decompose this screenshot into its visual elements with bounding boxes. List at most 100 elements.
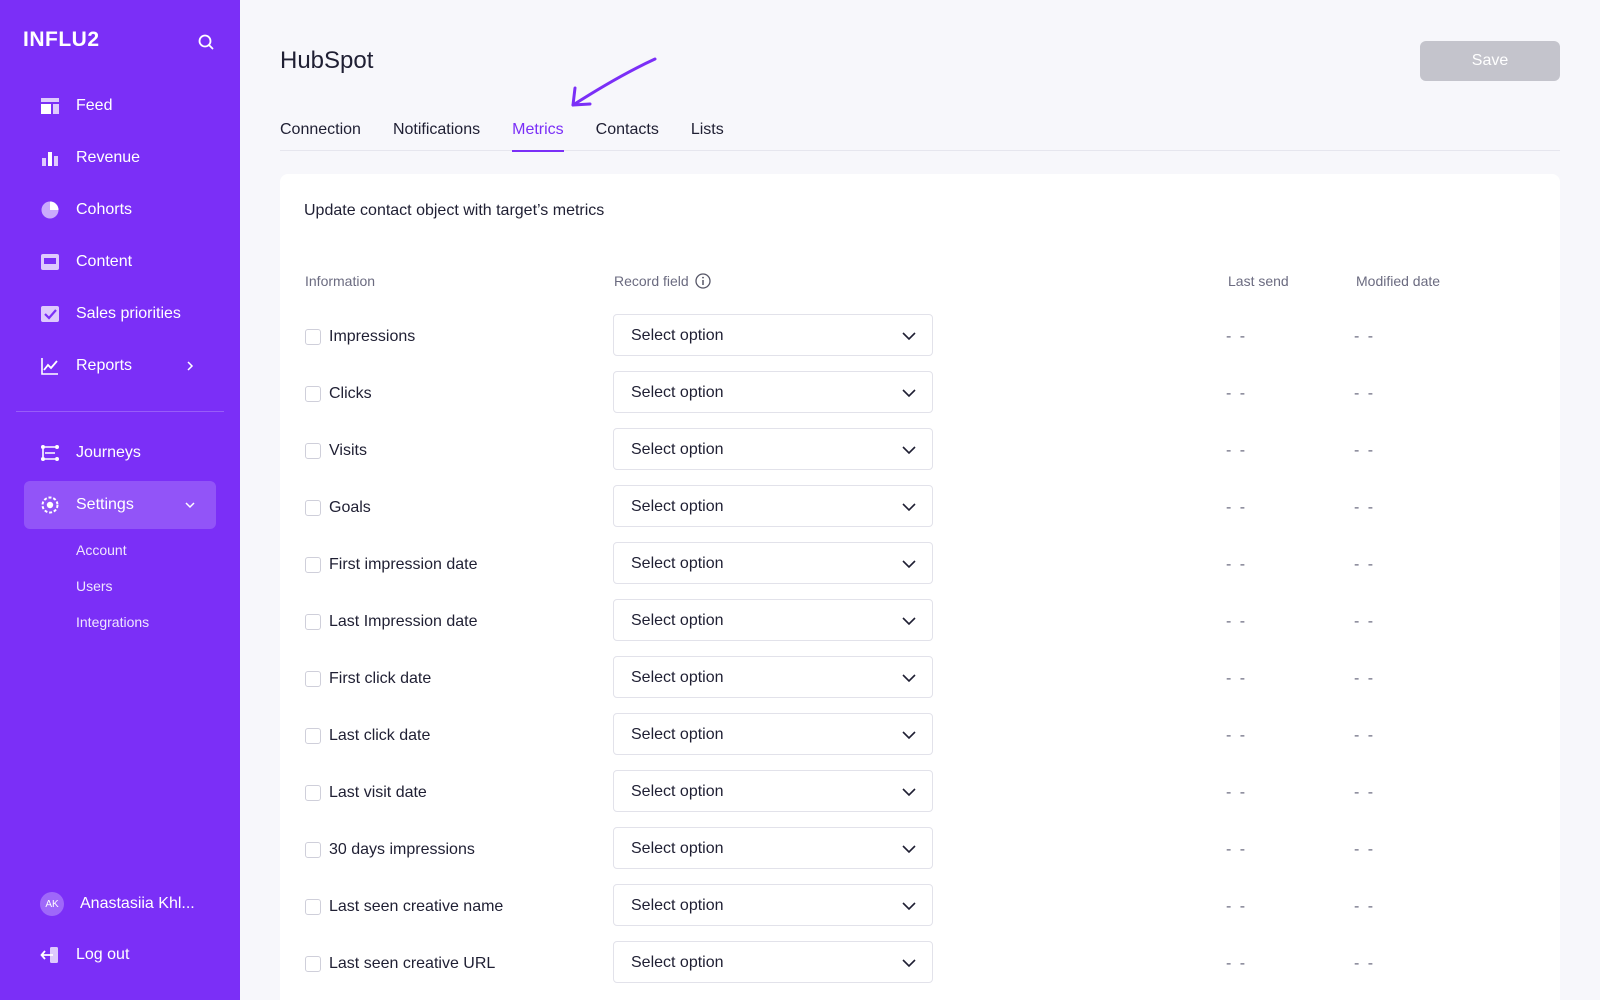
save-button[interactable]: Save: [1420, 41, 1560, 81]
logout-label: Log out: [76, 946, 130, 963]
row-label: Last visit date: [329, 784, 427, 801]
sidebar-item-label: Revenue: [76, 149, 141, 166]
row-checkbox[interactable]: [305, 785, 321, 801]
row-checkbox[interactable]: [305, 443, 321, 459]
annotation-arrow-icon: [571, 57, 657, 107]
sidebar-divider: [16, 411, 224, 412]
sidebar-item-label: Content: [76, 253, 133, 270]
record-field-select[interactable]: Select option: [613, 542, 933, 584]
sidebar-item-label: Cohorts: [76, 201, 133, 218]
chevron-right-icon: [180, 356, 200, 376]
user-name: Anastasiia Khl...: [80, 895, 195, 912]
chevron-down-icon: [902, 389, 916, 398]
select-value: Select option: [631, 327, 724, 344]
pie-chart-icon: [40, 200, 60, 220]
sidebar-item-revenue[interactable]: Revenue: [24, 134, 216, 182]
chevron-down-icon: [902, 959, 916, 968]
column-header-information: Information: [305, 273, 375, 289]
record-field-select[interactable]: Select option: [613, 656, 933, 698]
avatar: AK: [40, 892, 64, 916]
row-checkbox[interactable]: [305, 956, 321, 972]
row-checkbox[interactable]: [305, 671, 321, 687]
tab-notifications[interactable]: Notifications: [393, 110, 480, 151]
row-checkbox[interactable]: [305, 557, 321, 573]
select-value: Select option: [631, 441, 724, 458]
row-label: Last click date: [329, 727, 431, 744]
chevron-down-icon: [902, 332, 916, 341]
settings-subnav: Account Users Integrations: [76, 532, 149, 640]
last-send-value: - -: [1226, 784, 1248, 801]
sidebar-item-content[interactable]: Content: [24, 238, 216, 286]
sidebar-item-journeys[interactable]: Journeys: [24, 429, 216, 477]
subnav-item-account[interactable]: Account: [76, 532, 149, 568]
row-checkbox[interactable]: [305, 614, 321, 630]
chevron-down-icon: [180, 495, 200, 515]
row-checkbox[interactable]: [305, 329, 321, 345]
row-label: Goals: [329, 499, 371, 516]
tab-connection[interactable]: Connection: [280, 110, 361, 151]
select-value: Select option: [631, 840, 724, 857]
last-send-value: - -: [1226, 898, 1248, 915]
row-checkbox[interactable]: [305, 899, 321, 915]
sidebar-item-reports[interactable]: Reports: [24, 342, 216, 390]
select-value: Select option: [631, 726, 724, 743]
select-value: Select option: [631, 384, 724, 401]
subnav-item-users[interactable]: Users: [76, 568, 149, 604]
row-label: 30 days impressions: [329, 841, 475, 858]
logout-button[interactable]: Log out: [40, 945, 129, 965]
row-label: Last seen creative URL: [329, 955, 496, 972]
last-send-value: - -: [1226, 328, 1248, 345]
subnav-item-integrations[interactable]: Integrations: [76, 604, 149, 640]
select-value: Select option: [631, 783, 724, 800]
record-field-select[interactable]: Select option: [613, 428, 933, 470]
column-header-label: Modified date: [1356, 273, 1441, 289]
sidebar-item-label: Feed: [76, 97, 113, 114]
modified-date-value: - -: [1354, 784, 1376, 801]
sidebar-item-feed[interactable]: Feed: [24, 82, 216, 130]
record-field-select[interactable]: Select option: [613, 941, 933, 983]
last-send-value: - -: [1226, 841, 1248, 858]
row-checkbox[interactable]: [305, 386, 321, 402]
table-row: Last visit date Select option - - - -: [280, 770, 1560, 827]
record-field-select[interactable]: Select option: [613, 884, 933, 926]
record-field-select[interactable]: Select option: [613, 485, 933, 527]
chevron-down-icon: [902, 731, 916, 740]
row-label: Impressions: [329, 328, 416, 345]
checkbox-icon: [40, 304, 60, 324]
row-label: First impression date: [329, 556, 478, 573]
row-label: Last seen creative name: [329, 898, 504, 915]
feed-icon: [40, 96, 60, 116]
search-icon[interactable]: [194, 30, 218, 54]
chevron-down-icon: [902, 503, 916, 512]
record-field-select[interactable]: Select option: [613, 371, 933, 413]
row-checkbox[interactable]: [305, 500, 321, 516]
table-row: Goals Select option - - - -: [280, 485, 1560, 542]
record-field-select[interactable]: Select option: [613, 827, 933, 869]
record-field-select[interactable]: Select option: [613, 599, 933, 641]
chevron-down-icon: [902, 617, 916, 626]
record-field-select[interactable]: Select option: [613, 713, 933, 755]
record-field-select[interactable]: Select option: [613, 770, 933, 812]
row-checkbox[interactable]: [305, 728, 321, 744]
tab-contacts[interactable]: Contacts: [596, 110, 659, 151]
table-row: Last seen creative name Select option - …: [280, 884, 1560, 941]
modified-date-value: - -: [1354, 328, 1376, 345]
sidebar-item-settings[interactable]: Settings: [24, 481, 216, 529]
select-value: Select option: [631, 954, 724, 971]
select-value: Select option: [631, 555, 724, 572]
app-logo: INFLU2: [23, 28, 100, 51]
info-icon[interactable]: [695, 273, 711, 289]
row-checkbox[interactable]: [305, 842, 321, 858]
sidebar-item-sales-priorities[interactable]: Sales priorities: [24, 290, 216, 338]
column-header-label: Last send: [1228, 273, 1289, 289]
sidebar-item-cohorts[interactable]: Cohorts: [24, 186, 216, 234]
tab-lists[interactable]: Lists: [691, 110, 724, 151]
select-value: Select option: [631, 897, 724, 914]
sidebar-item-label: Sales priorities: [76, 305, 181, 322]
page-title: HubSpot: [280, 47, 374, 74]
sidebar-item-label: Journeys: [76, 444, 141, 461]
tab-metrics[interactable]: Metrics: [512, 110, 564, 152]
user-profile[interactable]: AK Anastasiia Khl...: [40, 892, 195, 916]
record-field-select[interactable]: Select option: [613, 314, 933, 356]
main-nav: Feed Revenue Cohorts Content Sales prior…: [24, 82, 216, 394]
